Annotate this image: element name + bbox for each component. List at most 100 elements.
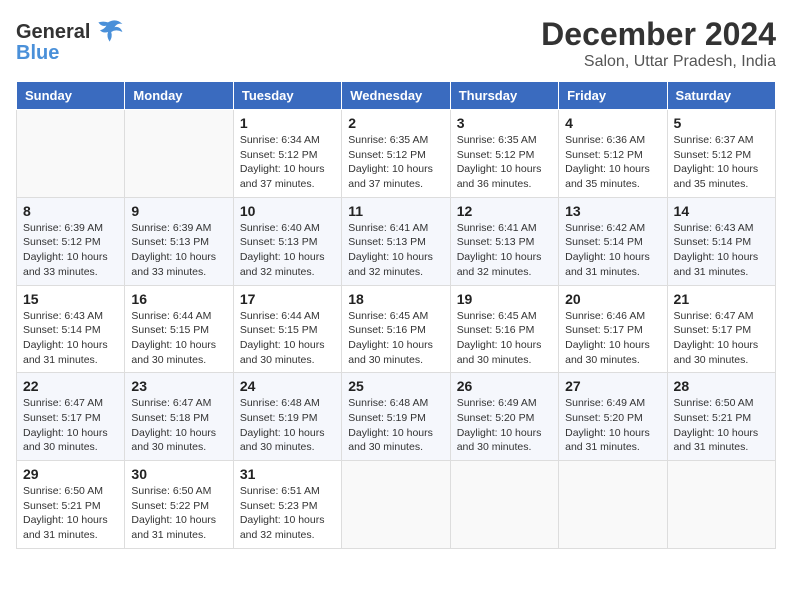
calendar-header-row: SundayMondayTuesdayWednesdayThursdayFrid… bbox=[17, 82, 776, 110]
logo-text-general: General bbox=[16, 21, 90, 44]
calendar-cell: 20Sunrise: 6:46 AMSunset: 5:17 PMDayligh… bbox=[559, 285, 667, 373]
day-number: 8 bbox=[23, 203, 118, 219]
calendar-header-monday: Monday bbox=[125, 82, 233, 110]
day-info: Sunrise: 6:41 AMSunset: 5:13 PMDaylight:… bbox=[348, 221, 443, 280]
day-number: 19 bbox=[457, 291, 552, 307]
calendar-week-2: 8 Sunrise: 6:39 AMSunset: 5:12 PMDaylight… bbox=[17, 197, 776, 285]
day-info: Sunrise: 6:47 AMSunset: 5:18 PMDaylight:… bbox=[131, 396, 226, 455]
calendar-cell bbox=[559, 461, 667, 549]
day-info: Sunrise: 6:50 AMSunset: 5:21 PMDaylight:… bbox=[674, 396, 769, 455]
day-info: Sunrise: 6:36 AMSunset: 5:12 PMDaylight:… bbox=[565, 133, 660, 192]
day-info: Sunrise: 6:43 AMSunset: 5:14 PMDaylight:… bbox=[23, 309, 118, 368]
calendar-cell: 24 Sunrise: 6:48 AMSunset: 5:19 PMDayligh… bbox=[233, 373, 341, 461]
calendar-cell: 3 Sunrise: 6:35 AMSunset: 5:12 PMDaylight… bbox=[450, 110, 558, 198]
day-number: 20 bbox=[565, 291, 660, 307]
calendar-cell bbox=[450, 461, 558, 549]
day-number: 18 bbox=[348, 291, 443, 307]
day-number: 29 bbox=[23, 466, 118, 482]
day-number: 24 bbox=[240, 378, 335, 394]
day-info: Sunrise: 6:42 AMSunset: 5:14 PMDaylight:… bbox=[565, 221, 660, 280]
calendar-week-3: 15 Sunrise: 6:43 AMSunset: 5:14 PMDayligh… bbox=[17, 285, 776, 373]
calendar-cell: 26Sunrise: 6:49 AMSunset: 5:20 PMDayligh… bbox=[450, 373, 558, 461]
day-info: Sunrise: 6:50 AMSunset: 5:22 PMDaylight:… bbox=[131, 484, 226, 543]
calendar-cell: 2 Sunrise: 6:35 AMSunset: 5:12 PMDaylight… bbox=[342, 110, 450, 198]
day-number: 31 bbox=[240, 466, 335, 482]
calendar-table: SundayMondayTuesdayWednesdayThursdayFrid… bbox=[16, 81, 776, 549]
day-number: 14 bbox=[674, 203, 769, 219]
day-info: Sunrise: 6:35 AMSunset: 5:12 PMDaylight:… bbox=[348, 133, 443, 192]
calendar-cell: 10 Sunrise: 6:40 AMSunset: 5:13 PMDayligh… bbox=[233, 197, 341, 285]
day-info: Sunrise: 6:49 AMSunset: 5:20 PMDaylight:… bbox=[457, 396, 552, 455]
calendar-cell: 31 Sunrise: 6:51 AMSunset: 5:23 PMDayligh… bbox=[233, 461, 341, 549]
calendar-cell: 9 Sunrise: 6:39 AMSunset: 5:13 PMDaylight… bbox=[125, 197, 233, 285]
day-info: Sunrise: 6:45 AMSunset: 5:16 PMDaylight:… bbox=[348, 309, 443, 368]
calendar-cell: 4 Sunrise: 6:36 AMSunset: 5:12 PMDaylight… bbox=[559, 110, 667, 198]
calendar-week-4: 22Sunrise: 6:47 AMSunset: 5:17 PMDayligh… bbox=[17, 373, 776, 461]
day-number: 9 bbox=[131, 203, 226, 219]
day-number: 10 bbox=[240, 203, 335, 219]
logo-bird-icon bbox=[92, 16, 124, 48]
calendar-cell: 30 Sunrise: 6:50 AMSunset: 5:22 PMDayligh… bbox=[125, 461, 233, 549]
calendar-cell: 1 Sunrise: 6:34 AMSunset: 5:12 PMDaylight… bbox=[233, 110, 341, 198]
day-number: 15 bbox=[23, 291, 118, 307]
day-info: Sunrise: 6:47 AMSunset: 5:17 PMDaylight:… bbox=[23, 396, 118, 455]
calendar-header-thursday: Thursday bbox=[450, 82, 558, 110]
calendar-cell bbox=[667, 461, 775, 549]
calendar-cell bbox=[17, 110, 125, 198]
day-number: 4 bbox=[565, 115, 660, 131]
calendar-week-1: 1 Sunrise: 6:34 AMSunset: 5:12 PMDaylight… bbox=[17, 110, 776, 198]
day-number: 3 bbox=[457, 115, 552, 131]
day-number: 11 bbox=[348, 203, 443, 219]
page-header: General Blue December 2024 Salon, Uttar … bbox=[16, 16, 776, 71]
day-number: 27 bbox=[565, 378, 660, 394]
calendar-header-friday: Friday bbox=[559, 82, 667, 110]
day-info: Sunrise: 6:37 AMSunset: 5:12 PMDaylight:… bbox=[674, 133, 769, 192]
day-number: 17 bbox=[240, 291, 335, 307]
calendar-cell: 28Sunrise: 6:50 AMSunset: 5:21 PMDayligh… bbox=[667, 373, 775, 461]
calendar-cell: 23Sunrise: 6:47 AMSunset: 5:18 PMDayligh… bbox=[125, 373, 233, 461]
day-number: 30 bbox=[131, 466, 226, 482]
location-subtitle: Salon, Uttar Pradesh, India bbox=[541, 53, 776, 71]
calendar-cell: 19 Sunrise: 6:45 AMSunset: 5:16 PMDayligh… bbox=[450, 285, 558, 373]
day-info: Sunrise: 6:45 AMSunset: 5:16 PMDaylight:… bbox=[457, 309, 552, 368]
calendar-header-wednesday: Wednesday bbox=[342, 82, 450, 110]
calendar-cell: 18 Sunrise: 6:45 AMSunset: 5:16 PMDayligh… bbox=[342, 285, 450, 373]
day-number: 5 bbox=[674, 115, 769, 131]
calendar-cell: 17 Sunrise: 6:44 AMSunset: 5:15 PMDayligh… bbox=[233, 285, 341, 373]
day-info: Sunrise: 6:43 AMSunset: 5:14 PMDaylight:… bbox=[674, 221, 769, 280]
day-info: Sunrise: 6:39 AMSunset: 5:12 PMDaylight:… bbox=[23, 221, 118, 280]
calendar-cell: 14 Sunrise: 6:43 AMSunset: 5:14 PMDayligh… bbox=[667, 197, 775, 285]
calendar-cell: 21 Sunrise: 6:47 AMSunset: 5:17 PMDayligh… bbox=[667, 285, 775, 373]
day-number: 21 bbox=[674, 291, 769, 307]
day-info: Sunrise: 6:35 AMSunset: 5:12 PMDaylight:… bbox=[457, 133, 552, 192]
calendar-cell: 8 Sunrise: 6:39 AMSunset: 5:12 PMDaylight… bbox=[17, 197, 125, 285]
day-number: 25 bbox=[348, 378, 443, 394]
calendar-header-sunday: Sunday bbox=[17, 82, 125, 110]
day-info: Sunrise: 6:48 AMSunset: 5:19 PMDaylight:… bbox=[240, 396, 335, 455]
calendar-cell: 22Sunrise: 6:47 AMSunset: 5:17 PMDayligh… bbox=[17, 373, 125, 461]
day-info: Sunrise: 6:34 AMSunset: 5:12 PMDaylight:… bbox=[240, 133, 335, 192]
calendar-cell: 16 Sunrise: 6:44 AMSunset: 5:15 PMDayligh… bbox=[125, 285, 233, 373]
day-info: Sunrise: 6:40 AMSunset: 5:13 PMDaylight:… bbox=[240, 221, 335, 280]
day-number: 2 bbox=[348, 115, 443, 131]
day-number: 16 bbox=[131, 291, 226, 307]
day-info: Sunrise: 6:47 AMSunset: 5:17 PMDaylight:… bbox=[674, 309, 769, 368]
month-year-title: December 2024 bbox=[541, 16, 776, 53]
day-info: Sunrise: 6:39 AMSunset: 5:13 PMDaylight:… bbox=[131, 221, 226, 280]
day-info: Sunrise: 6:41 AMSunset: 5:13 PMDaylight:… bbox=[457, 221, 552, 280]
title-block: December 2024 Salon, Uttar Pradesh, Indi… bbox=[541, 16, 776, 71]
calendar-cell: 12 Sunrise: 6:41 AMSunset: 5:13 PMDayligh… bbox=[450, 197, 558, 285]
logo-text-blue: Blue bbox=[16, 42, 59, 65]
day-info: Sunrise: 6:51 AMSunset: 5:23 PMDaylight:… bbox=[240, 484, 335, 543]
calendar-cell: 5 Sunrise: 6:37 AMSunset: 5:12 PMDaylight… bbox=[667, 110, 775, 198]
day-info: Sunrise: 6:44 AMSunset: 5:15 PMDaylight:… bbox=[240, 309, 335, 368]
day-number: 12 bbox=[457, 203, 552, 219]
calendar-cell: 25Sunrise: 6:48 AMSunset: 5:19 PMDayligh… bbox=[342, 373, 450, 461]
calendar-cell bbox=[125, 110, 233, 198]
day-info: Sunrise: 6:44 AMSunset: 5:15 PMDaylight:… bbox=[131, 309, 226, 368]
calendar-cell: 15 Sunrise: 6:43 AMSunset: 5:14 PMDayligh… bbox=[17, 285, 125, 373]
day-info: Sunrise: 6:49 AMSunset: 5:20 PMDaylight:… bbox=[565, 396, 660, 455]
calendar-week-5: 29Sunrise: 6:50 AMSunset: 5:21 PMDayligh… bbox=[17, 461, 776, 549]
day-number: 13 bbox=[565, 203, 660, 219]
day-number: 1 bbox=[240, 115, 335, 131]
